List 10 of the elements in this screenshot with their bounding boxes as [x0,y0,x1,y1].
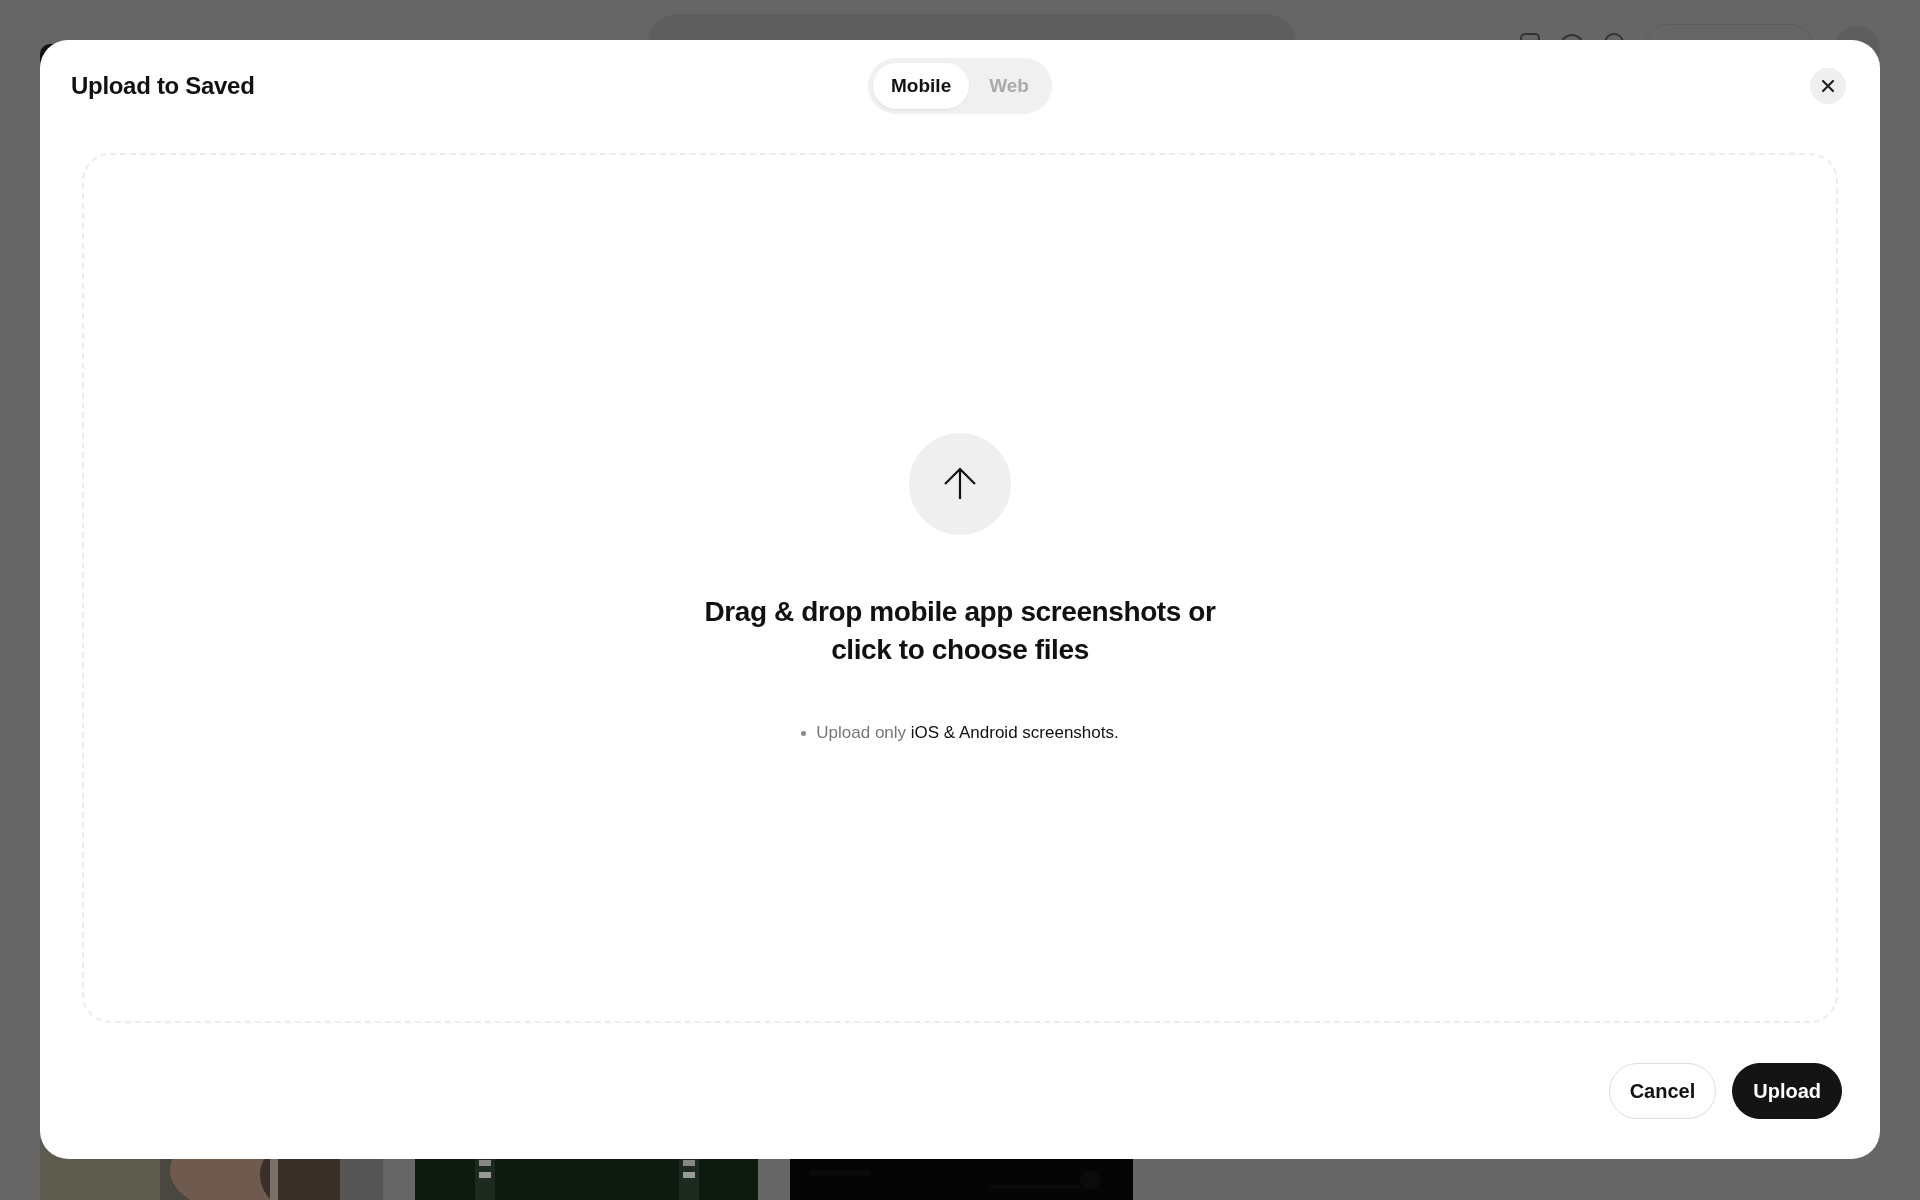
upload-note: Upload only iOS & Android screenshots. [816,723,1119,743]
mode-tab[interactable]: Mobile [873,63,970,109]
upload-button[interactable]: Upload [1732,1063,1842,1119]
drop-heading: Drag & drop mobile app screenshots or click to choose files [703,595,1217,667]
drop-zone[interactable]: Drag & drop mobile app screenshots or click to choose files Upload only iOS & Android screenshots. [82,153,1838,1023]
cancel-button[interactable]: Cancel [1608,1063,1717,1119]
bullet-icon [801,730,807,736]
dialog-title: Upload to Saved [71,72,255,100]
close-icon [1820,78,1836,94]
close-button[interactable] [1810,68,1846,104]
